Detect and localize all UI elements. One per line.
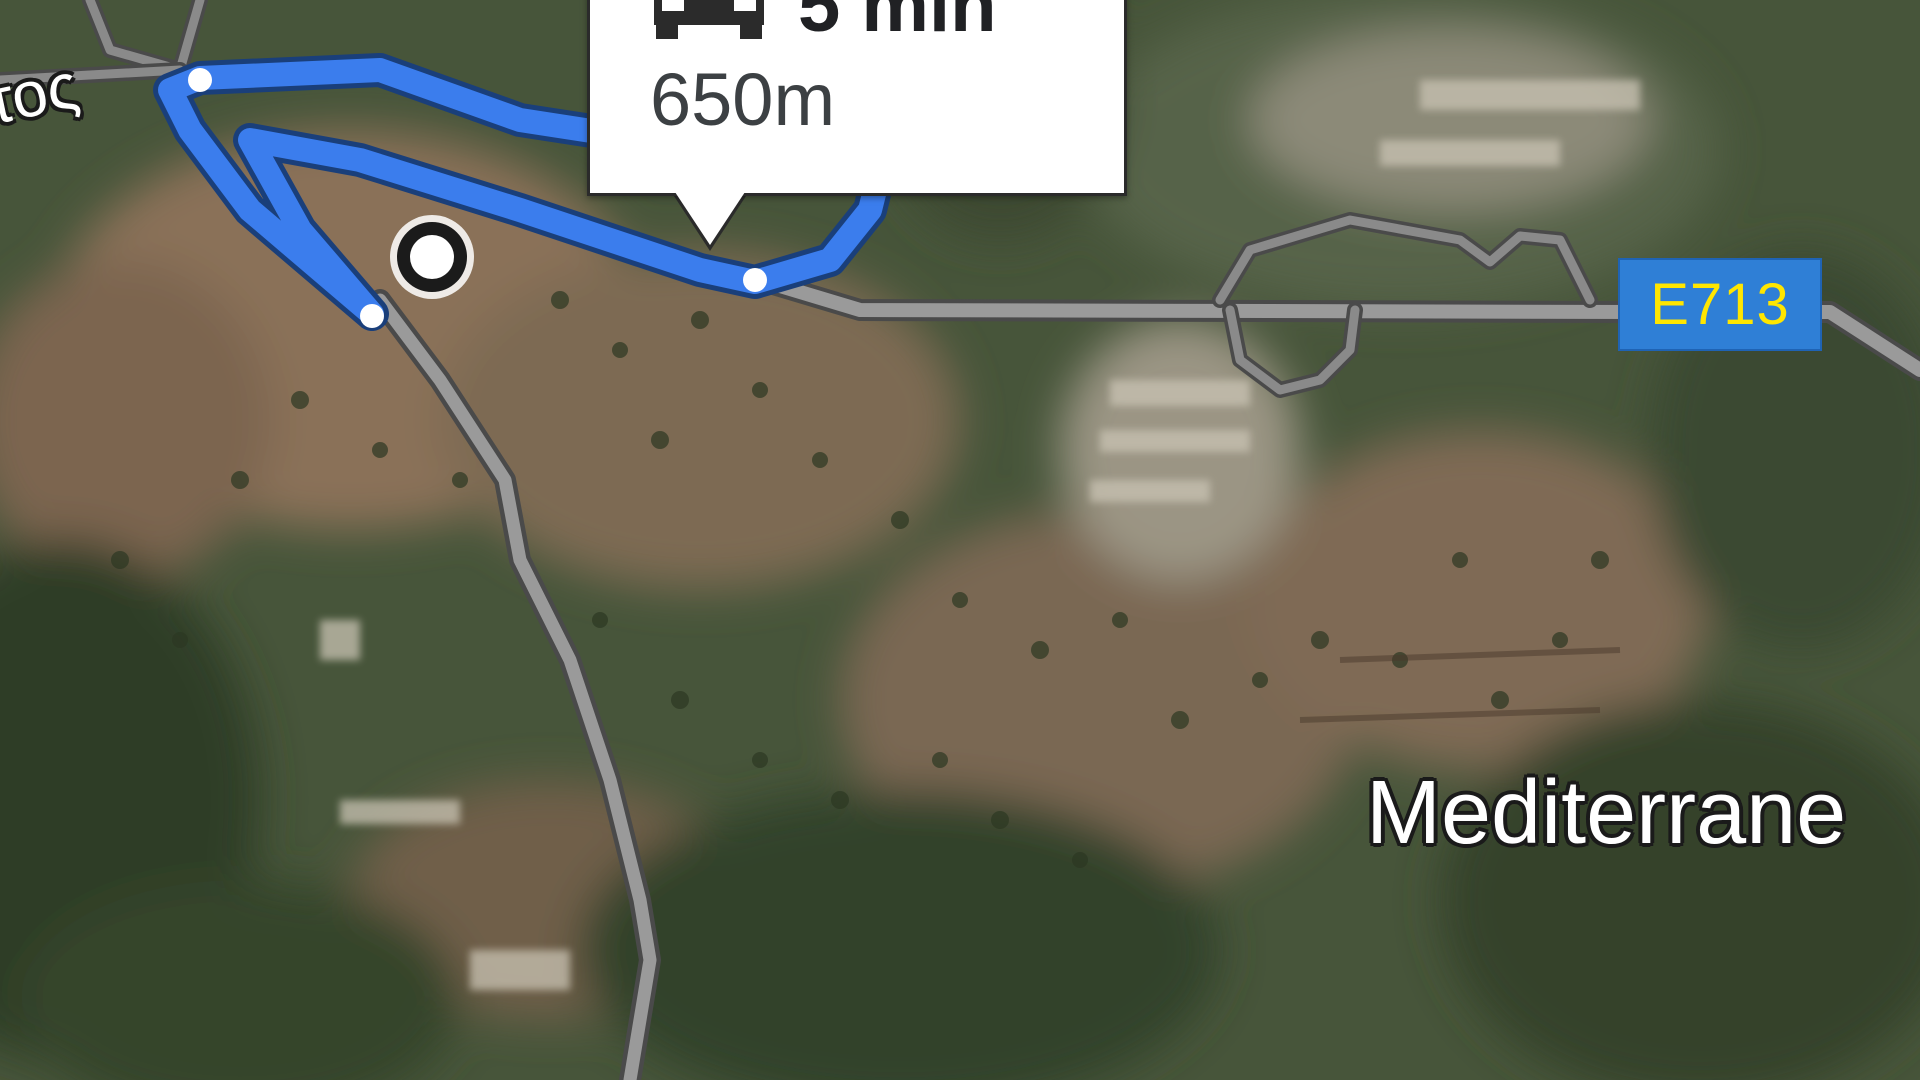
waypoint-dot-1 — [188, 68, 212, 92]
road-shield-e713: E713 — [1618, 258, 1822, 351]
waypoint-dot-2 — [743, 268, 767, 292]
route-duration: 5 min — [798, 0, 997, 48]
route-distance: 650m — [650, 58, 836, 141]
road-shield-label: E713 — [1650, 272, 1790, 337]
tooltip-pointer-fill — [675, 192, 745, 245]
place-label[interactable]: Mediterrane — [1366, 762, 1846, 865]
car-icon — [654, 0, 764, 39]
origin-marker — [390, 215, 474, 299]
waypoint-dot-3 — [360, 304, 384, 328]
route-info-tooltip[interactable]: 5 min 650m — [587, 0, 1127, 196]
map-view[interactable]: τος 5 min 650m E713 Mediterrane — [0, 0, 1920, 1080]
